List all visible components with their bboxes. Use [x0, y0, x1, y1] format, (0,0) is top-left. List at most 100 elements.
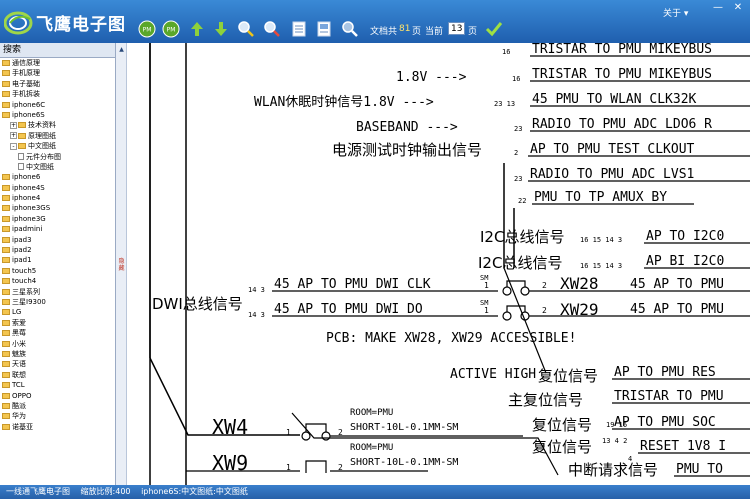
net-label: 45_AP_TO_PMU [630, 302, 724, 317]
tree-item[interactable]: LG [0, 307, 115, 317]
tree-item-label: 诺基亚 [12, 422, 33, 431]
tree-item[interactable]: 黑莓 [0, 328, 115, 338]
tree-item[interactable]: 三星I9300 [0, 297, 115, 307]
schematic-note: PCB: MAKE XW28, XW29 ACCESSIBLE! [326, 331, 576, 346]
tree-item[interactable]: 索爱 [0, 318, 115, 328]
tree-item[interactable]: 酷派 [0, 401, 115, 411]
svg-text:PM: PM [167, 27, 176, 34]
scroll-up-arrow-icon[interactable]: ▲ [118, 46, 125, 53]
folder-icon [2, 205, 10, 212]
minimize-button[interactable]: — [711, 2, 725, 14]
net-label: AP_TO_I2C0 [646, 229, 724, 244]
tree-item[interactable]: touch5 [0, 266, 115, 276]
part-attr: SHORT-10L-0.1MM-SM [350, 457, 458, 468]
tree-item[interactable]: TCL [0, 380, 115, 390]
tree-item[interactable]: OPPO [0, 391, 115, 401]
part-ref: XW4 [212, 415, 248, 439]
pin-number: 16 15 14 3 [580, 236, 622, 244]
arrow-up-icon [191, 22, 203, 36]
folder-icon [18, 143, 26, 150]
document-icon [18, 153, 24, 161]
folder-icon [2, 257, 10, 264]
folder-icon [2, 111, 10, 118]
part-attr: ROOM=PMU [350, 408, 393, 418]
tree-item[interactable]: 联想 [0, 370, 115, 380]
net-label: 45_AP_TO_PMU_DWI_DO [274, 302, 423, 317]
prev-page-button[interactable]: PM [138, 20, 156, 38]
tree-item[interactable]: iphone4 [0, 193, 115, 203]
tree-item[interactable]: touch4 [0, 276, 115, 286]
about-label: 关于 [663, 9, 682, 19]
tree-item[interactable]: ipad2 [0, 245, 115, 255]
folder-icon [18, 132, 26, 139]
scroll-down-button[interactable] [212, 20, 230, 38]
tree-item-label: touch4 [12, 277, 37, 286]
sidebar-search-tab[interactable]: 搜索 [0, 43, 115, 58]
tree-item[interactable]: iphone3G [0, 214, 115, 224]
collapse-icon[interactable]: - [10, 142, 17, 150]
page-view-button[interactable] [290, 20, 308, 38]
folder-icon [2, 226, 10, 233]
folder-icon [2, 267, 10, 274]
schematic-text: DWI总线信号 [152, 295, 243, 313]
tree-item[interactable]: iphone6 [0, 172, 115, 182]
tree-item[interactable]: 中文图纸 [0, 162, 115, 172]
hide-sidebar-label[interactable]: 隐藏 [117, 258, 126, 272]
tree-item-label: 中文图纸 [28, 142, 56, 151]
page-icon [292, 21, 306, 37]
tree-item-label: 黑莓 [12, 329, 26, 338]
go-to-page-button[interactable] [485, 20, 503, 38]
search-icon [342, 21, 358, 37]
pin-number: 2 [542, 306, 547, 315]
tree-item[interactable]: 小米 [0, 339, 115, 349]
folder-icon [2, 309, 10, 316]
tree-item[interactable]: 手机原理 [0, 68, 115, 78]
tree-item[interactable]: iphone6S [0, 110, 115, 120]
folder-icon [2, 60, 10, 66]
app-title: 飞鹰电子图 [36, 15, 126, 35]
tree-item[interactable]: 元件分布图 [0, 152, 115, 162]
folder-icon [2, 350, 10, 357]
expand-icon[interactable]: + [10, 132, 17, 140]
zoom-in-button[interactable] [237, 20, 255, 38]
folder-icon [2, 423, 10, 430]
expand-icon[interactable]: + [10, 121, 17, 129]
scroll-up-button[interactable] [188, 20, 206, 38]
search-button[interactable] [341, 20, 359, 38]
folder-icon [2, 392, 10, 399]
tree-item[interactable]: 天语 [0, 359, 115, 369]
tree-item[interactable]: - 中文图纸 [0, 141, 115, 151]
tree-item[interactable]: 通信原理 [0, 58, 115, 68]
tree-item[interactable]: iphone6C [0, 100, 115, 110]
zoom-out-button[interactable] [263, 20, 281, 38]
doc-total-label: 文档共 [370, 27, 398, 37]
tree-item[interactable]: ipad1 [0, 255, 115, 265]
tree-item[interactable]: + 技术资料 [0, 120, 115, 130]
fit-page-button[interactable] [315, 20, 333, 38]
tree-item[interactable]: iphone4S [0, 183, 115, 193]
tree-item[interactable]: + 原理图纸 [0, 131, 115, 141]
schematic-canvas[interactable]: 16 TRISTAR_TO_PMU_MIKEYBUS 1.8V ---> 16 … [128, 43, 750, 485]
part-attr: ROOM=PMU [350, 443, 393, 453]
tree-item[interactable]: iphone3GS [0, 203, 115, 213]
folder-icon [2, 371, 10, 378]
tree-item[interactable]: 手机拆装 [0, 89, 115, 99]
schematic-text: 电源测试时钟输出信号 [332, 141, 482, 159]
tree-item[interactable]: 华为 [0, 411, 115, 421]
tree-item[interactable]: 魅族 [0, 349, 115, 359]
schematic-text: I2C总线信号 [480, 228, 564, 246]
next-page-button[interactable]: PM [162, 20, 180, 38]
tree-item[interactable]: 电子基础 [0, 79, 115, 89]
sidebar-tree: 搜索 通信原理 手机原理 电子基础 手机拆装 iphone6C iphone6S + 技术资料… [0, 43, 116, 485]
tree-item[interactable]: 诺基亚 [0, 422, 115, 432]
about-menu[interactable]: 关于 ▾ [663, 6, 688, 19]
tree-item[interactable]: ipad3 [0, 235, 115, 245]
close-button[interactable]: ✕ [731, 2, 745, 14]
tree-item[interactable]: 三星系列 [0, 287, 115, 297]
doc-page-unit: 页 [412, 27, 422, 37]
pin-number: 1 [286, 428, 291, 437]
tree-item[interactable]: ipadmini [0, 224, 115, 234]
schematic-text: WLAN休眠时钟信号1.8V ---> [254, 94, 434, 110]
current-page-input[interactable]: 13 [448, 22, 466, 35]
tree-item-label: 手机拆装 [12, 90, 40, 99]
